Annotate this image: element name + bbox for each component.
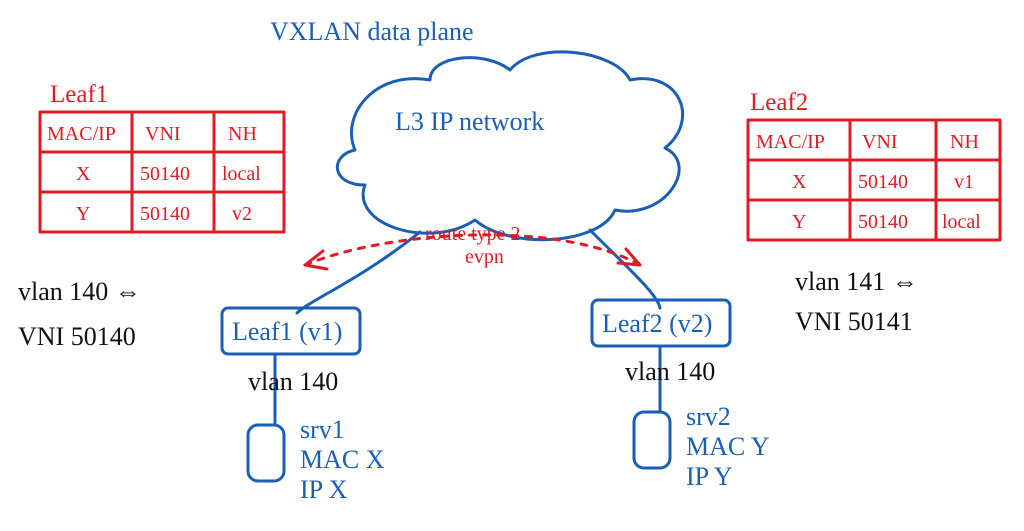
leaf1-vlan-map: vlan 140 ⇔ <box>18 277 141 306</box>
leaf1-vni-map: VNI 50140 <box>18 322 136 351</box>
l3-cloud: L3 IP network <box>337 52 682 240</box>
leaf2-th-vni: VNI <box>862 131 898 153</box>
leaf1-r1c2: 50140 <box>140 163 190 185</box>
leaf2-table-title: Leaf2 <box>750 89 808 116</box>
leaf2-r1c1: X <box>792 171 807 193</box>
leaf2-r1c3: v1 <box>954 171 974 193</box>
server1-mac: MAC X <box>300 445 385 474</box>
leaf2-r2c3: local <box>942 211 981 233</box>
cloud-label: L3 IP network <box>395 107 544 136</box>
server2-icon <box>634 412 670 468</box>
leaf2-table: MAC/IP VNI NH X 50140 v1 Y 50140 local <box>748 120 1000 240</box>
leaf1-th-nh: NH <box>228 123 257 145</box>
cloud-leaf1-link <box>297 232 420 313</box>
leaf1-r1c1: X <box>76 163 91 185</box>
route-proto-label: evpn <box>465 246 504 268</box>
leaf2-r2c2: 50140 <box>858 211 908 233</box>
leaf1-table-title: Leaf1 <box>50 81 108 108</box>
server2-name: srv2 <box>686 402 731 431</box>
route-type-label: route type 2 <box>425 223 521 245</box>
leaf1-r2c1: Y <box>76 203 90 225</box>
cloud-leaf2-link <box>590 230 660 308</box>
leaf1-node: Leaf1 (v1) <box>222 308 360 354</box>
server2-mac: MAC Y <box>686 432 770 461</box>
leaf1-r1c3: local <box>222 163 261 185</box>
leaf2-node-label: Leaf2 (v2) <box>602 309 712 338</box>
server1-ip: IP X <box>300 475 348 504</box>
leaf1-r2c2: 50140 <box>140 203 190 225</box>
leaf1-link-vlan: vlan 140 <box>248 367 338 396</box>
leaf1-r2c3: v2 <box>232 203 252 225</box>
leaf1-table: MAC/IP VNI NH X 50140 local Y 50140 v2 <box>40 112 284 232</box>
server1-icon <box>248 425 284 481</box>
leaf2-vlan-map: vlan 141 ⇔ <box>795 267 918 296</box>
leaf2-vni-map: VNI 50141 <box>795 307 913 336</box>
leaf1-th-mac: MAC/IP <box>47 123 116 145</box>
diagram-title: VXLAN data plane <box>270 17 474 46</box>
leaf2-r2c1: Y <box>792 211 806 233</box>
leaf2-link-vlan: vlan 140 <box>625 357 715 386</box>
leaf1-th-vni: VNI <box>145 123 181 145</box>
leaf2-th-mac: MAC/IP <box>756 131 825 153</box>
leaf2-r1c2: 50140 <box>858 171 908 193</box>
server2-ip: IP Y <box>686 462 733 491</box>
leaf2-th-nh: NH <box>950 131 979 153</box>
leaf1-node-label: Leaf1 (v1) <box>232 317 342 346</box>
server1-name: srv1 <box>300 415 345 444</box>
